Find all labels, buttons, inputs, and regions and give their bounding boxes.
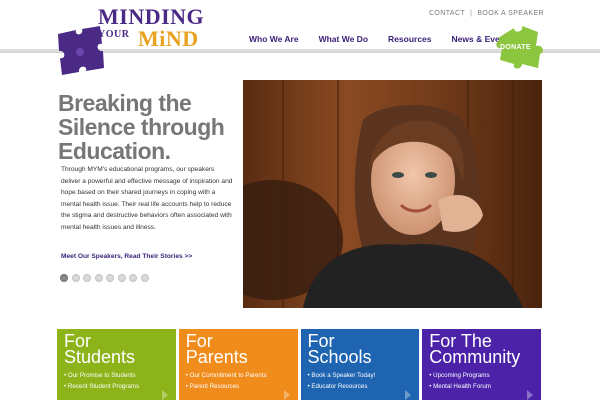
slider-dot[interactable] bbox=[83, 274, 91, 282]
slider-dot[interactable] bbox=[94, 274, 103, 282]
tile-link[interactable]: Recent Student Programs bbox=[64, 381, 139, 392]
tile-link[interactable]: Mental Health Forum bbox=[429, 381, 491, 392]
tile-students[interactable]: For Students Our Promise to Students Rec… bbox=[57, 329, 176, 400]
slider-dot[interactable] bbox=[117, 274, 126, 282]
util-separator: | bbox=[470, 10, 473, 17]
tile-community[interactable]: For The Community Upcoming Programs Ment… bbox=[422, 329, 541, 400]
hero-speaker-photo bbox=[243, 80, 542, 308]
logo-minding: MINDING bbox=[98, 4, 205, 29]
arrow-right-icon bbox=[161, 390, 168, 400]
tile-link[interactable]: Parent Resources bbox=[186, 381, 267, 392]
nav-who-we-are[interactable]: Who We Are bbox=[249, 34, 299, 44]
donate-label[interactable]: DONATE bbox=[500, 44, 531, 51]
tile-parents[interactable]: For Parents Our Commitment to Parents Pa… bbox=[178, 329, 298, 400]
tile-link[interactable]: Our Promise to Students bbox=[64, 370, 139, 381]
slider-dot[interactable] bbox=[106, 274, 114, 282]
logo-your: YOUR bbox=[98, 29, 130, 40]
slider-dot[interactable] bbox=[60, 274, 68, 282]
main-nav: Who We Are What We Do Resources News & E… bbox=[249, 34, 532, 44]
tile-link[interactable]: Upcoming Programs bbox=[429, 370, 491, 381]
tile-link[interactable]: Educator Resources bbox=[308, 381, 376, 392]
contact-link[interactable]: CONTACT bbox=[429, 10, 465, 17]
hero-description: Through MYM's educational programs, our … bbox=[61, 166, 233, 231]
utility-nav: CONTACT | BOOK A SPEAKER bbox=[429, 10, 544, 17]
arrow-right-icon bbox=[405, 390, 412, 400]
slider-dot[interactable] bbox=[129, 274, 137, 282]
slider-dot[interactable] bbox=[140, 274, 149, 282]
tile-schools[interactable]: For Schools Book a Speaker Today! Educat… bbox=[300, 329, 420, 400]
tile-title: Community bbox=[429, 347, 521, 367]
nav-what-we-do[interactable]: What We Do bbox=[319, 34, 368, 44]
slider-pagination bbox=[60, 274, 149, 282]
tile-link[interactable]: Our Commitment to Parents bbox=[186, 370, 267, 381]
meet-speakers-link[interactable]: Meet Our Speakers, Read Their Stories >> bbox=[61, 253, 192, 260]
audience-tiles: For Students Our Promise to Students Rec… bbox=[57, 329, 541, 400]
arrow-right-icon bbox=[527, 390, 533, 400]
hero-title-line: Education. bbox=[58, 138, 171, 164]
tile-title: Parents bbox=[185, 347, 248, 367]
book-speaker-link[interactable]: BOOK A SPEAKER bbox=[477, 10, 544, 17]
nav-resources[interactable]: Resources bbox=[388, 34, 431, 44]
hero-title-line: Silence through bbox=[58, 114, 225, 140]
tile-title: Students bbox=[64, 347, 136, 367]
slider-dot[interactable] bbox=[71, 274, 80, 282]
hero-title-line: Breaking the bbox=[58, 90, 192, 116]
arrow-right-icon bbox=[283, 390, 290, 400]
site-logo[interactable]: MINDING YOUR MiND bbox=[98, 4, 228, 50]
tile-link[interactable]: Book a Speaker Today! bbox=[308, 370, 375, 381]
hero-title: Breaking the Silence through Education. bbox=[58, 91, 238, 163]
tile-title: Schools bbox=[307, 347, 372, 367]
logo-mind: MiND bbox=[138, 26, 199, 51]
